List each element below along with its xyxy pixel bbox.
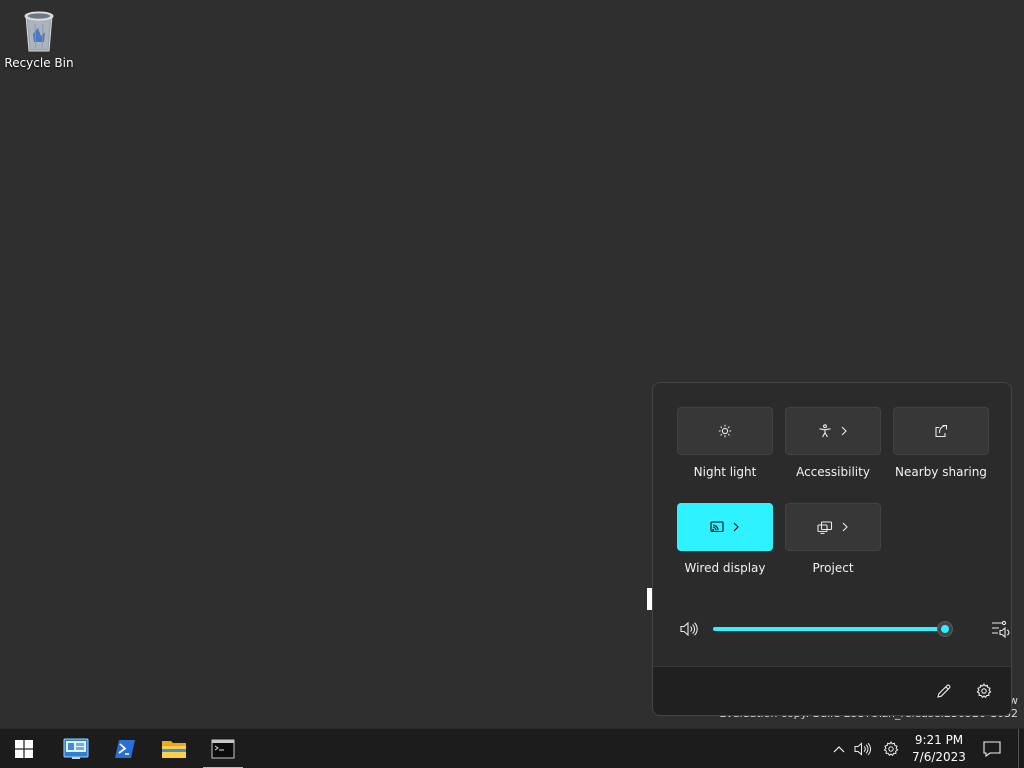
windows-start-icon <box>15 740 33 758</box>
speaker-icon <box>854 742 871 756</box>
nearby-sharing-button[interactable] <box>893 407 989 455</box>
clock-time: 9:21 PM <box>914 733 964 747</box>
chevron-up-icon <box>833 746 845 753</box>
gear-icon[interactable] <box>976 683 992 699</box>
speaker-icon[interactable] <box>679 621 699 637</box>
tray-settings-button[interactable] <box>879 729 903 768</box>
quick-settings-panel: Night light Accessibility Nearby sharing… <box>652 382 1012 716</box>
taskbar-app-file-explorer[interactable] <box>150 729 198 768</box>
gear-icon <box>883 741 899 757</box>
quick-settings-footer <box>653 666 1011 715</box>
tray-volume-button[interactable] <box>851 729 875 768</box>
volume-control <box>679 619 1010 639</box>
taskbar-app-powershell[interactable] <box>101 729 149 768</box>
taskbar: 9:21 PM 7/6/2023 <box>0 728 1024 768</box>
tray-overflow-button[interactable] <box>827 729 851 768</box>
volume-slider-thumb[interactable] <box>937 621 953 637</box>
project-button[interactable] <box>785 503 881 551</box>
tile-label: Accessibility <box>796 465 870 479</box>
taskbar-clock[interactable]: 9:21 PM 7/6/2023 <box>906 732 972 766</box>
notification-center-button[interactable] <box>979 729 1005 768</box>
powershell-icon <box>115 740 135 758</box>
night-light-icon <box>718 424 732 438</box>
tile-nearby-sharing: Nearby sharing <box>893 407 989 479</box>
taskbar-app-command-prompt[interactable] <box>199 729 247 768</box>
chevron-right-icon <box>841 426 847 436</box>
accessibility-button[interactable] <box>785 407 881 455</box>
recycle-bin-label: Recycle Bin <box>4 56 74 70</box>
taskbar-app-server-manager[interactable] <box>52 729 100 768</box>
show-desktop-button[interactable] <box>1018 729 1024 768</box>
tile-label: Nearby sharing <box>895 465 987 479</box>
chevron-right-icon <box>842 522 848 532</box>
clock-date: 7/6/2023 <box>912 750 966 764</box>
tile-accessibility: Accessibility <box>785 407 881 479</box>
server-manager-icon <box>63 738 89 759</box>
volume-slider-track <box>713 627 945 631</box>
tile-label: Project <box>812 561 854 575</box>
share-icon <box>935 424 948 438</box>
start-button[interactable] <box>0 729 48 768</box>
project-icon <box>817 520 833 534</box>
tile-project: Project <box>785 503 881 575</box>
accessibility-icon <box>819 424 831 438</box>
notification-icon <box>983 741 1001 757</box>
wired-display-button[interactable] <box>677 503 773 551</box>
tile-night-light: Night light <box>677 407 773 479</box>
folder-icon <box>162 741 186 758</box>
desktop: Recycle Bin w Evaluation copy. Build 253… <box>0 0 1024 728</box>
tile-label: Wired display <box>684 561 766 575</box>
terminal-icon <box>211 739 235 759</box>
cast-icon <box>710 521 724 533</box>
audio-output-icon <box>992 620 1010 638</box>
recycle-bin-icon <box>24 11 54 52</box>
tile-label: Night light <box>693 465 757 479</box>
audio-output-button[interactable] <box>991 619 1011 639</box>
night-light-button[interactable] <box>677 407 773 455</box>
pencil-icon[interactable] <box>936 683 952 699</box>
chevron-right-icon <box>733 522 739 532</box>
recycle-bin[interactable]: Recycle Bin <box>4 6 74 70</box>
tile-wired-display: Wired display <box>677 503 773 575</box>
